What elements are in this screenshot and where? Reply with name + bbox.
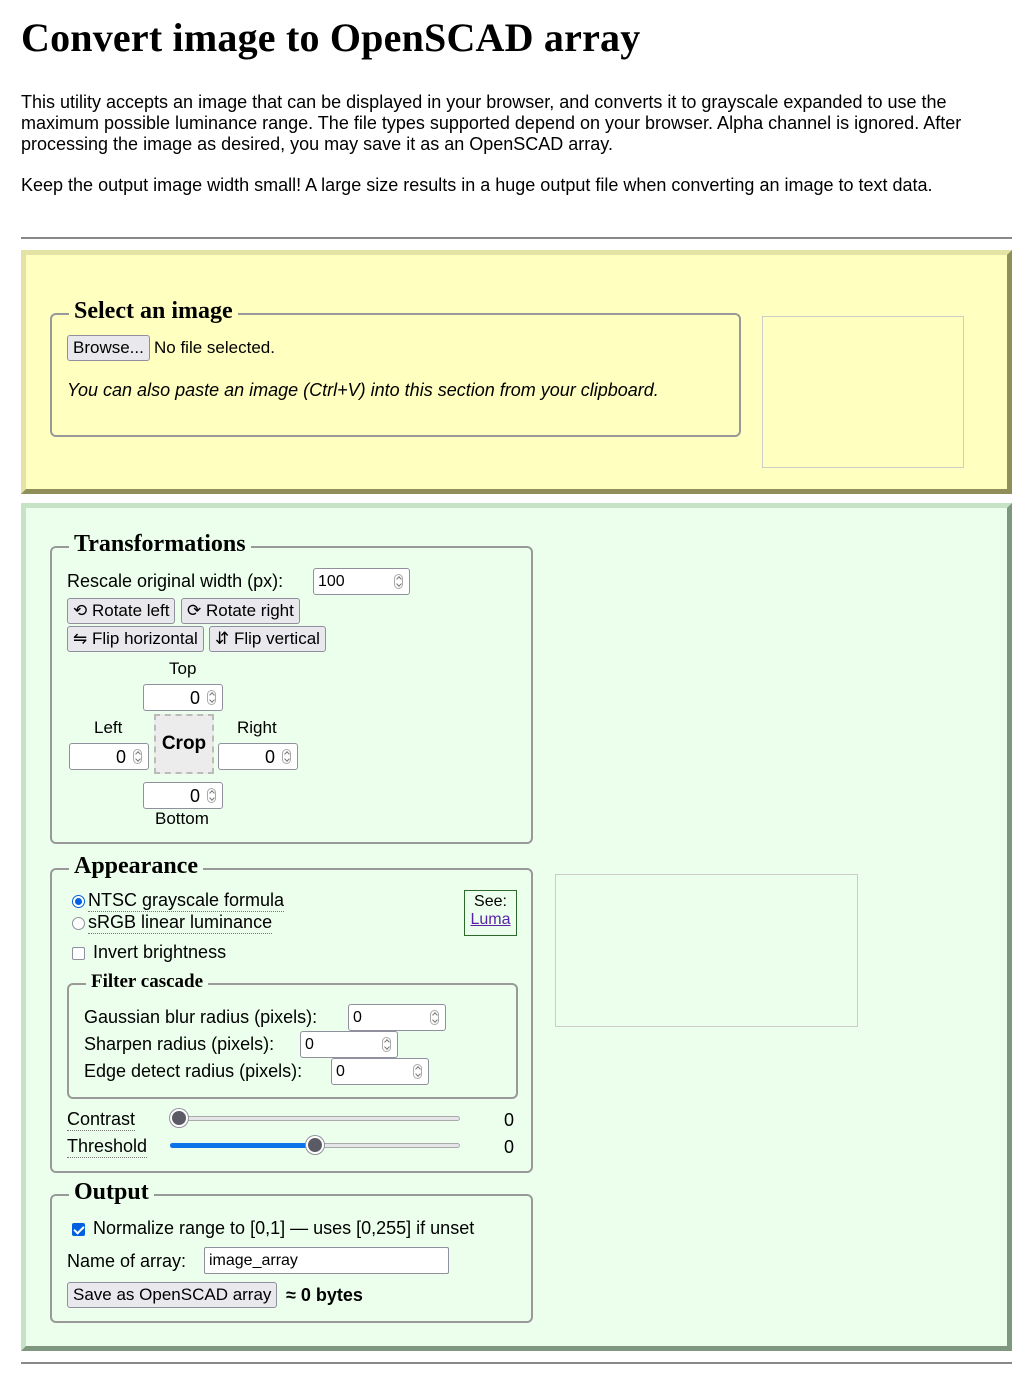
edge-label: Edge detect radius (pixels): bbox=[84, 1061, 303, 1081]
appearance-legend: Appearance bbox=[69, 851, 203, 881]
srgb-radio[interactable] bbox=[72, 917, 85, 930]
crop-bottom-input[interactable]: 0 bbox=[143, 782, 223, 809]
sharpen-input[interactable]: 0 bbox=[300, 1031, 398, 1058]
spinner-icon[interactable] bbox=[394, 574, 403, 589]
browse-button[interactable]: Browse... bbox=[67, 335, 150, 361]
invert-label: Invert brightness bbox=[93, 942, 227, 962]
output-fieldset: Output Normalize range to [0,1] — uses [… bbox=[50, 1177, 533, 1323]
flip-horizontal-button[interactable]: ⇋ Flip horizontal bbox=[67, 626, 204, 652]
threshold-slider-fill bbox=[170, 1143, 315, 1148]
select-image-fieldset: Select an image Browse... No file select… bbox=[50, 296, 741, 437]
see-label: See: bbox=[474, 893, 507, 910]
crop-bottom-value: 0 bbox=[189, 786, 200, 806]
paste-hint: You can also paste an image (Ctrl+V) int… bbox=[67, 380, 659, 400]
transformations-fieldset: Transformations Rescale original width (… bbox=[50, 529, 533, 844]
output-legend: Output bbox=[69, 1177, 154, 1207]
crop-left-label: Left bbox=[94, 718, 123, 737]
processing-panel: Transformations Rescale original width (… bbox=[21, 503, 1012, 1351]
contrast-label: Contrast bbox=[67, 1109, 136, 1131]
crop-right-label: Right bbox=[237, 718, 277, 737]
contrast-slider-thumb[interactable] bbox=[170, 1109, 188, 1127]
filter-cascade-fieldset: Filter cascade Gaussian blur radius (pix… bbox=[67, 970, 518, 1099]
luma-link[interactable]: Luma bbox=[470, 911, 510, 928]
crop-top-value: 0 bbox=[189, 688, 200, 708]
rotate-right-button[interactable]: ⟳ Rotate right bbox=[181, 598, 300, 624]
ntsc-label[interactable]: NTSC grayscale formula bbox=[88, 889, 285, 912]
page-title: Convert image to OpenSCAD array bbox=[21, 15, 641, 60]
crop-right-value: 0 bbox=[264, 747, 275, 767]
threshold-label: Threshold bbox=[67, 1136, 148, 1158]
edge-value: 0 bbox=[336, 1063, 345, 1080]
threshold-value: 0 bbox=[504, 1137, 515, 1157]
save-openscad-button[interactable]: Save as OpenSCAD array bbox=[67, 1282, 278, 1308]
sharpen-value: 0 bbox=[305, 1036, 314, 1053]
divider-top bbox=[21, 237, 1012, 239]
sharpen-label: Sharpen radius (pixels): bbox=[84, 1034, 275, 1054]
crop-left-input[interactable]: 0 bbox=[69, 743, 149, 770]
gaussian-input[interactable]: 0 bbox=[348, 1004, 446, 1031]
select-image-panel[interactable]: Select an image Browse... No file select… bbox=[21, 250, 1012, 494]
divider-bottom bbox=[21, 1362, 1012, 1364]
warning-paragraph: Keep the output image width small! A lar… bbox=[21, 175, 933, 195]
normalize-checkbox[interactable] bbox=[72, 1223, 85, 1236]
spinner-icon[interactable] bbox=[382, 1037, 391, 1052]
crop-top-label: Top bbox=[169, 659, 197, 678]
processed-image-preview bbox=[555, 874, 858, 1027]
threshold-slider-thumb[interactable] bbox=[306, 1136, 324, 1154]
spinner-icon[interactable] bbox=[430, 1010, 439, 1025]
filter-cascade-legend: Filter cascade bbox=[86, 970, 209, 994]
gaussian-value: 0 bbox=[353, 1009, 362, 1026]
output-size: ≈ 0 bytes bbox=[286, 1285, 363, 1305]
flip-vertical-button[interactable]: ⇵ Flip vertical bbox=[209, 626, 326, 652]
rescale-label: Rescale original width (px): bbox=[67, 571, 284, 591]
gaussian-label: Gaussian blur radius (pixels): bbox=[84, 1007, 318, 1027]
contrast-slider-track[interactable] bbox=[170, 1116, 460, 1121]
contrast-value: 0 bbox=[504, 1110, 515, 1130]
appearance-fieldset: Appearance NTSC grayscale formula sRGB l… bbox=[50, 851, 533, 1173]
rescale-width-input[interactable]: 100 bbox=[313, 568, 410, 595]
ntsc-radio[interactable] bbox=[72, 895, 85, 908]
rescale-width-value: 100 bbox=[318, 573, 345, 590]
file-status: No file selected. bbox=[154, 338, 275, 357]
spinner-icon[interactable] bbox=[207, 788, 216, 803]
array-name-label: Name of array: bbox=[67, 1251, 187, 1271]
spinner-icon[interactable] bbox=[413, 1064, 422, 1079]
array-name-input[interactable]: image_array bbox=[204, 1247, 449, 1274]
transformations-legend: Transformations bbox=[69, 529, 251, 559]
select-image-legend: Select an image bbox=[69, 296, 238, 326]
crop-button[interactable]: Crop bbox=[154, 714, 214, 774]
invert-checkbox[interactable] bbox=[72, 947, 85, 960]
array-name-value: image_array bbox=[209, 1252, 298, 1269]
crop-bottom-label: Bottom bbox=[155, 809, 209, 828]
normalize-label: Normalize range to [0,1] — uses [0,255] … bbox=[93, 1218, 475, 1238]
see-luma-box: See: Luma bbox=[464, 890, 517, 936]
intro-paragraph: This utility accepts an image that can b… bbox=[21, 92, 962, 154]
crop-top-input[interactable]: 0 bbox=[143, 684, 223, 711]
rotate-left-button[interactable]: ⟲ Rotate left bbox=[67, 598, 176, 624]
crop-left-value: 0 bbox=[115, 747, 126, 767]
srgb-label[interactable]: sRGB linear luminance bbox=[88, 911, 273, 934]
original-image-preview bbox=[762, 316, 964, 468]
spinner-icon[interactable] bbox=[282, 749, 291, 764]
spinner-icon[interactable] bbox=[133, 749, 142, 764]
edge-input[interactable]: 0 bbox=[331, 1058, 429, 1085]
crop-right-input[interactable]: 0 bbox=[218, 743, 298, 770]
spinner-icon[interactable] bbox=[207, 690, 216, 705]
